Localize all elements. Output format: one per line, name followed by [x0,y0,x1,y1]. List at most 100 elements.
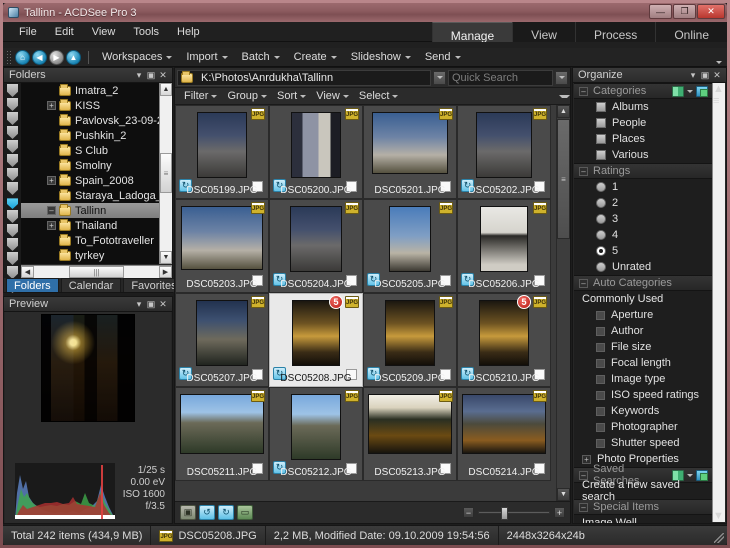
organize-item[interactable]: Author [574,323,712,339]
radio-button[interactable] [596,230,606,240]
rotate-right-icon[interactable]: ↻ [218,505,234,520]
organize-item[interactable]: People [574,115,712,131]
folder-tree-item[interactable]: + Spain_2008 [21,173,172,188]
add-search-icon[interactable] [696,469,708,481]
forward-icon[interactable]: ▶ [49,49,64,65]
organize-item[interactable]: 2 [574,195,712,211]
expand-icon[interactable]: + [582,454,591,464]
collapse-icon[interactable]: – [579,502,588,512]
up-icon[interactable]: ▲ [66,49,81,65]
group-button[interactable]: Group [222,89,272,103]
thumbnail-cell[interactable]: JPG ↻ DSC05209.JPG [363,293,457,387]
pin-icon[interactable]: ▣ [145,69,157,81]
menu-item-edit[interactable]: Edit [47,24,82,40]
tab-folders[interactable]: Folders [6,278,59,292]
special-item[interactable]: Image Well [574,515,712,523]
organize-item[interactable]: Focal length [574,355,712,371]
zoom-in-button[interactable]: + [554,507,565,518]
scroll-right-icon[interactable]: ▶ [159,266,172,278]
thumbnail-cell[interactable]: JPG ↻ DSC05204.JPG [269,199,363,293]
expand-icon[interactable]: + [47,101,56,110]
search-dropdown-button[interactable] [555,70,568,85]
organize-item[interactable]: Aperture [574,307,712,323]
thumbnail-cell[interactable]: JPG DSC05214.JPG [457,387,551,481]
thumbnail-cell[interactable]: JPG DSC05203.JPG [175,199,269,293]
collapse-icon[interactable]: – [579,86,588,96]
scroll-thumb[interactable]: ≡ [557,119,570,239]
rotate-left-icon[interactable]: ↺ [199,505,215,520]
checkbox[interactable] [596,102,606,112]
pin-icon[interactable]: ▣ [699,69,711,81]
chevron-down-icon[interactable] [687,473,693,477]
maximize-button[interactable]: ❐ [673,4,696,19]
view-button[interactable]: View [311,89,354,103]
thumbnail-cell[interactable]: JPG DSC05211.JPG [175,387,269,481]
menu-item-tools[interactable]: Tools [125,24,167,40]
toolbar-overflow-icon[interactable] [716,61,722,64]
thumbnail-cell[interactable]: JPG DSC05213.JPG [363,387,457,481]
thumbnail-cell[interactable]: JPG 5 ↻ DSC05210.JPG [457,293,551,387]
collapse-icon[interactable]: – [47,206,56,215]
thumbnail-zoom-slider[interactable]: − + [463,507,565,520]
zoom-out-button[interactable]: − [463,507,474,518]
path-dropdown-button[interactable] [433,70,446,85]
thumbnail-cell[interactable]: JPG ↻ DSC05205.JPG [363,199,457,293]
organize-group-header[interactable]: – Categories [574,83,712,99]
thumbnail-cell[interactable]: JPG DSC05201.JPG [363,105,457,199]
close-button[interactable]: ✕ [697,4,725,19]
scroll-down-icon[interactable]: ▼ [713,510,725,522]
image-well-icon[interactable]: ▣ [180,505,196,520]
import-button[interactable]: Import [179,49,234,65]
compare-icon[interactable]: ▭ [237,505,253,520]
toolbar-grip[interactable] [6,50,12,64]
hscroll-thumb[interactable]: ||| [69,266,124,278]
radio-button[interactable] [596,182,606,192]
thumbnail-cell[interactable]: JPG ↻ DSC05200.JPG [269,105,363,199]
add-category-icon[interactable] [696,85,708,97]
organize-item[interactable]: Places [574,131,712,147]
create-saved-search-link[interactable]: Create a new saved search [574,479,712,503]
folder-tree-hscrollbar[interactable]: ◀ ||| ▶ [21,265,172,278]
thumbnail-cell[interactable]: JPG ↻ DSC05206.JPG [457,199,551,293]
scroll-up-icon[interactable]: ▲ [160,83,172,96]
zoom-track[interactable] [478,507,550,520]
folder-tree-item[interactable]: Imatra_2 [21,83,172,98]
radio-button[interactable] [596,262,606,272]
organize-group-header[interactable]: – Ratings [574,163,712,179]
resize-grip[interactable] [714,533,724,543]
chevron-down-icon[interactable]: ▾ [133,69,145,81]
folder-tree-item[interactable]: Pavlovsk_23-09-2007 [21,113,172,128]
thumbnail-grid-scrollbar[interactable]: ▲ ≡ ▼ [556,105,570,501]
scroll-thumb[interactable]: ≡ [713,95,725,175]
rating-badge[interactable]: 5 [517,295,531,309]
workspaces-button[interactable]: Workspaces [95,49,179,65]
thumbnail-cell[interactable]: JPG 5 ↻ DSC05208.JPG [269,293,363,387]
organize-item[interactable]: 1 [574,179,712,195]
folder-tree-item[interactable]: – Tallinn [21,203,172,218]
checkbox[interactable] [596,150,606,160]
preview-body[interactable]: 1/25 s 0.00 eV ISO 1600 f/3.5 [5,312,171,523]
create-button[interactable]: Create [287,49,344,65]
folder-tree-item[interactable]: Smolny [21,158,172,173]
chevron-down-icon[interactable]: ▾ [687,69,699,81]
rating-badge[interactable]: 5 [329,295,343,309]
menu-item-view[interactable]: View [84,24,124,40]
filter-button[interactable]: Filter [179,89,222,103]
select-button[interactable]: Select [354,89,404,103]
organize-item[interactable]: Various [574,147,712,163]
organize-item[interactable]: 4 [574,227,712,243]
organize-item[interactable]: 5 [574,243,712,259]
close-icon[interactable]: ✕ [157,69,169,81]
close-icon[interactable]: ✕ [157,298,169,310]
expand-icon[interactable]: + [47,176,56,185]
radio-button[interactable] [596,246,606,256]
hscroll-track[interactable]: ||| [34,266,159,278]
chevron-down-icon[interactable]: ▾ [133,298,145,310]
zoom-knob[interactable] [501,507,509,520]
thumbnail-cell[interactable]: JPG ↻ DSC05202.JPG [457,105,551,199]
organize-scrollbar[interactable]: ▲ ≡ ▼ [712,83,725,522]
scroll-up-icon[interactable]: ▲ [557,105,570,118]
collapse-icon[interactable]: – [579,278,588,288]
folder-tree-item[interactable]: tyrkey [21,248,172,263]
thumbnail-grid[interactable]: JPG ↻ DSC05199.JPG JPG ↻ DSC05200.JPG JPG DSC05… [175,105,556,501]
